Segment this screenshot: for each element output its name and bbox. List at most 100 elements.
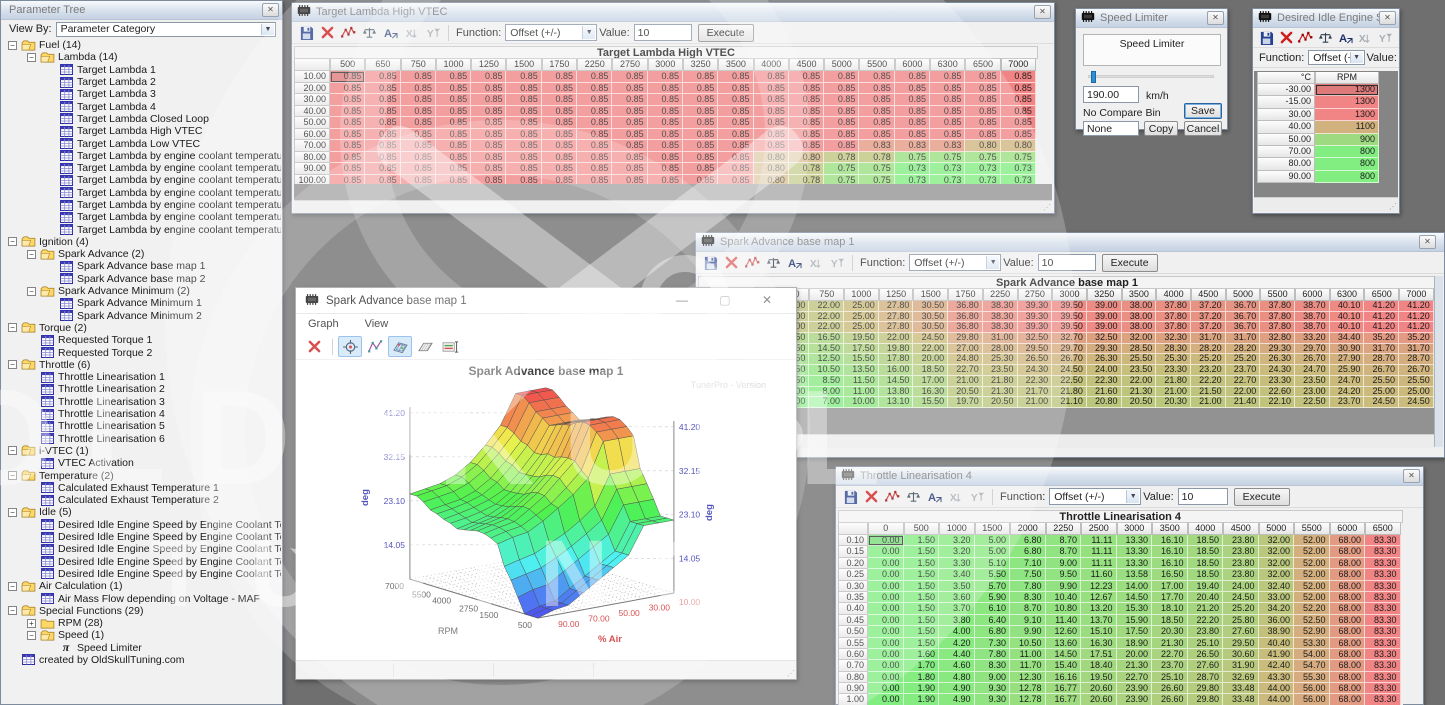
table-cell[interactable]: 4.90 <box>939 694 975 705</box>
table-cell[interactable]: 1300 <box>1315 84 1379 96</box>
col-header[interactable]: 1250 <box>471 59 506 71</box>
flat-view-icon[interactable] <box>413 336 437 357</box>
value-input[interactable]: 10 <box>1038 254 1096 271</box>
table-cell[interactable]: 11.11 <box>1081 558 1117 569</box>
table-cell[interactable]: 0.85 <box>683 117 718 129</box>
table-cell[interactable]: 21.00 <box>1156 387 1191 398</box>
table-cell[interactable]: 12.50 <box>809 354 844 365</box>
function-select[interactable]: Offset (+/-) ▼ <box>1049 488 1141 505</box>
table-cell[interactable]: 15.40 <box>1046 660 1082 671</box>
table-cell[interactable]: 5.50 <box>975 569 1011 580</box>
table-cell[interactable]: 25.50 <box>1399 376 1434 387</box>
table-cell[interactable]: 0.00 <box>868 694 904 705</box>
table-cell[interactable]: 22.60 <box>1260 387 1295 398</box>
table-cell[interactable]: 0.85 <box>471 83 506 95</box>
table-cell[interactable]: 10.00 <box>844 397 879 408</box>
table-cell[interactable]: 24.00 <box>1223 581 1259 592</box>
table-cell[interactable]: 18.50 <box>1188 546 1224 557</box>
table-cell[interactable]: 83.30 <box>1365 569 1401 580</box>
table-cell[interactable]: 0.85 <box>824 83 859 95</box>
close-icon[interactable]: ✕ <box>1207 11 1224 25</box>
table-cell[interactable]: 68.00 <box>1330 615 1366 626</box>
table-cell[interactable]: 17.80 <box>879 354 914 365</box>
collapse-icon[interactable]: − <box>8 606 17 615</box>
table-cell[interactable]: 7.30 <box>975 638 1011 649</box>
table-cell[interactable]: 7.10 <box>1010 558 1046 569</box>
vertical-scrollbar[interactable] <box>1434 276 1443 447</box>
table-cell[interactable]: 52.50 <box>1294 615 1330 626</box>
table-cell[interactable]: 0.00 <box>868 603 904 614</box>
table-cell[interactable]: 37.80 <box>1260 301 1295 312</box>
table-cell[interactable]: 0.85 <box>859 83 894 95</box>
table-cell[interactable]: 23.90 <box>1117 683 1153 694</box>
table-cell[interactable]: 56.00 <box>1294 683 1330 694</box>
tree-item[interactable]: Requested Torque 2 <box>2 346 281 358</box>
table-cell[interactable]: 0.85 <box>330 129 365 141</box>
table-cell[interactable]: 83.30 <box>1365 672 1401 683</box>
tree-item[interactable]: −Spark Advance Minimum (2) <box>2 285 281 297</box>
speed-value-input[interactable]: 190.00 <box>1083 86 1139 103</box>
table-cell[interactable]: 36.70 <box>1226 312 1261 323</box>
table-cell[interactable]: 3.70 <box>939 603 975 614</box>
table-cell[interactable]: 17.00 <box>1152 581 1188 592</box>
table-cell[interactable]: 0.85 <box>506 94 541 106</box>
row-header[interactable]: 0.90 <box>838 683 868 694</box>
table-cell[interactable]: 0.85 <box>436 71 471 83</box>
table-cell[interactable]: 21.00 <box>948 376 983 387</box>
table-cell[interactable]: 0.85 <box>542 94 577 106</box>
table-cell[interactable]: 0.85 <box>506 83 541 95</box>
table-cell[interactable]: 0.75 <box>1001 152 1036 164</box>
table-cell[interactable]: 29.30 <box>1087 344 1122 355</box>
table-cell[interactable]: 29.80 <box>948 333 983 344</box>
table-cell[interactable]: 25.50 <box>1364 376 1399 387</box>
table-cell[interactable]: 11.70 <box>1010 660 1046 671</box>
table-cell[interactable]: 33.48 <box>1223 683 1259 694</box>
col-header[interactable]: 1500 <box>506 59 541 71</box>
execute-button[interactable]: Execute <box>1234 488 1290 506</box>
table-cell[interactable]: 68.00 <box>1330 581 1366 592</box>
table-cell[interactable]: 0.85 <box>1001 129 1036 141</box>
table-cell[interactable]: 0.85 <box>824 117 859 129</box>
table-cell[interactable]: 0.85 <box>824 129 859 141</box>
table-cell[interactable]: 30.50 <box>913 312 948 323</box>
table-cell[interactable]: 0.85 <box>930 106 965 118</box>
table-cell[interactable]: 0.85 <box>365 129 400 141</box>
table-cell[interactable]: 13.20 <box>1081 603 1117 614</box>
table-cell[interactable]: 23.80 <box>1188 626 1224 637</box>
table-cell[interactable]: 39.50 <box>1052 312 1087 323</box>
table-cell[interactable]: 0.85 <box>577 117 612 129</box>
table-cell[interactable]: 13.30 <box>1117 546 1153 557</box>
table-cell[interactable]: 0.85 <box>965 117 1000 129</box>
table-cell[interactable]: 0.85 <box>577 83 612 95</box>
table-cell[interactable]: 0.85 <box>506 106 541 118</box>
table-cell[interactable]: 0.85 <box>542 71 577 83</box>
table-cell[interactable]: 3.30 <box>939 558 975 569</box>
col-header[interactable]: 4000 <box>1188 523 1224 535</box>
row-header[interactable]: 50.00 <box>1257 134 1315 146</box>
table-cell[interactable]: 43.30 <box>1259 672 1295 683</box>
col-header[interactable]: 1750 <box>948 289 983 301</box>
row-header[interactable]: -30.00 <box>1257 84 1315 96</box>
value-input[interactable]: 10 <box>634 24 692 41</box>
curve-icon[interactable] <box>1296 29 1315 47</box>
table-cell[interactable]: 0.85 <box>436 152 471 164</box>
row-header[interactable]: 0.70 <box>838 660 868 671</box>
col-header[interactable]: 5000 <box>1226 289 1261 301</box>
table-cell[interactable]: 17.70 <box>1152 592 1188 603</box>
col-header[interactable]: 5000 <box>824 59 859 71</box>
table-cell[interactable]: 24.70 <box>1330 376 1365 387</box>
compare-input[interactable]: None <box>1083 121 1139 136</box>
table-cell[interactable]: 3.40 <box>939 569 975 580</box>
row-header[interactable]: 30.00 <box>1257 109 1315 121</box>
table-cell[interactable]: 29.50 <box>1223 638 1259 649</box>
table-cell[interactable]: 38.70 <box>1295 301 1330 312</box>
table-cell[interactable]: 21.70 <box>1018 387 1053 398</box>
table-cell[interactable]: 21.00 <box>1191 397 1226 408</box>
table-cell[interactable]: 0.00 <box>868 638 904 649</box>
table-cell[interactable]: 0.85 <box>365 71 400 83</box>
table-cell[interactable]: 1.50 <box>904 603 940 614</box>
col-header[interactable]: 4500 <box>789 59 824 71</box>
table-cell[interactable]: 0.85 <box>789 71 824 83</box>
table-cell[interactable]: 0.85 <box>401 83 436 95</box>
table-cell[interactable]: 18.90 <box>1117 638 1153 649</box>
